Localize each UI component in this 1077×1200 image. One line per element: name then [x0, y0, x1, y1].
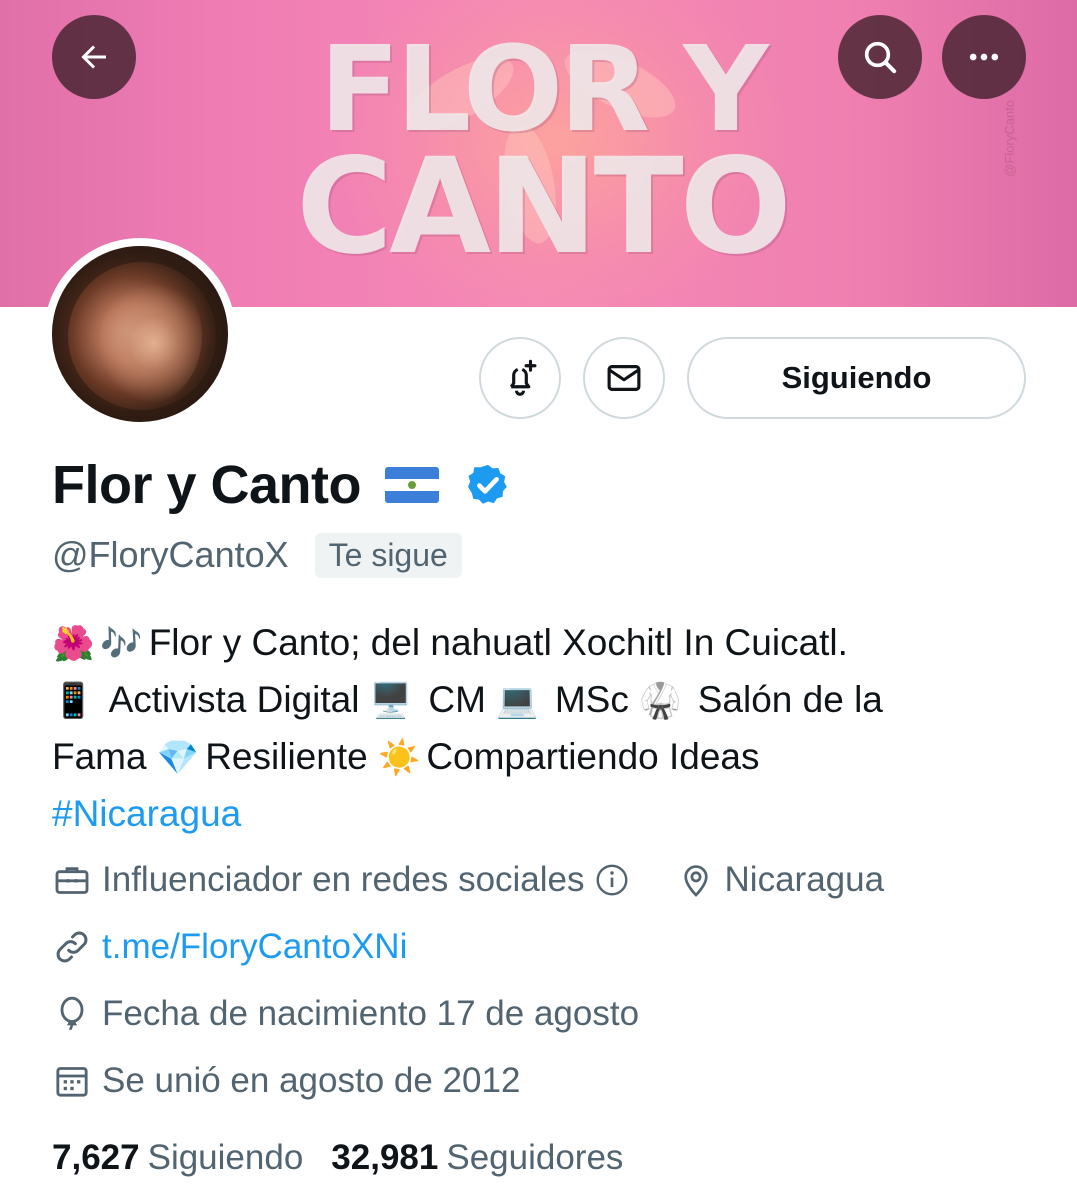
message-button[interactable] — [583, 337, 665, 419]
profile-meta-row: Influenciador en redes sociales Nicaragu… — [52, 855, 884, 905]
back-button[interactable] — [52, 15, 136, 99]
bio-text: MSc — [554, 679, 629, 720]
notifications-button[interactable] — [479, 337, 561, 419]
bio-text: Activista Digital — [108, 679, 360, 720]
laptop-emoji: 💻 — [496, 682, 539, 720]
martial-arts-uniform-emoji: 🥋 — [639, 682, 682, 720]
following-button[interactable]: Siguiendo — [687, 337, 1026, 419]
following-stat[interactable]: 7,627 Siguiendo — [52, 1138, 303, 1178]
followers-count: 32,981 — [331, 1138, 439, 1177]
bio-line: 📱 Activista Digital 🖥️ CM 💻 MSc 🥋 Salón … — [52, 672, 1012, 729]
hibiscus-emoji: 🌺 — [52, 625, 95, 663]
nicaragua-flag-icon — [385, 467, 440, 503]
profile-category-label: Influenciador en redes sociales — [102, 860, 585, 899]
banner-logo-line1: FLOR Y — [319, 20, 768, 159]
banner-logo: FLOR Y CANTO — [262, 22, 822, 282]
music-notes-emoji: 🎶 — [100, 625, 143, 663]
bell-plus-icon — [509, 359, 537, 396]
profile-stats: 7,627 Siguiendo 32,981 Seguidores — [52, 1133, 623, 1183]
display-name: Flor y Canto — [52, 455, 362, 515]
handle-row: @FloryCantoX Te sigue — [52, 530, 462, 580]
bio-text: CM — [428, 679, 486, 720]
verified-badge-icon[interactable] — [465, 462, 511, 508]
calendar-icon — [56, 1067, 88, 1097]
bio-line: #Nicaragua — [52, 786, 1012, 842]
follows-you-badge: Te sigue — [314, 532, 462, 578]
phone-emoji: 📱 — [52, 682, 95, 720]
following-label: Siguiendo — [147, 1138, 304, 1177]
profile-birthday-row: Fecha de nacimiento 17 de agosto — [52, 989, 639, 1039]
bio-line: 🌺 🎶 Flor y Canto; del nahuatl Xochitl In C… — [52, 615, 1012, 672]
sun-emoji: ☀️ — [377, 739, 421, 777]
banner-logo-line2: CANTO — [296, 130, 792, 285]
profile-joined: Se unió en agosto de 2012 — [52, 1061, 520, 1101]
bio-text: Flor y Canto; del nahuatl Xochitl In Cui… — [148, 622, 848, 663]
profile-joined-row: Se unió en agosto de 2012 — [52, 1056, 520, 1106]
search-icon — [864, 41, 897, 74]
profile-birthday-label: Fecha de nacimiento 17 de agosto — [102, 994, 640, 1033]
profile-location: Nicaragua — [677, 860, 885, 900]
profile-website-link[interactable]: t.me/FloryCantoXNi — [102, 927, 407, 967]
desktop-emoji: 🖥️ — [369, 682, 413, 720]
banner-watermark: @FloryCanto — [1002, 100, 1017, 177]
avatar[interactable] — [44, 238, 236, 430]
envelope-icon — [607, 365, 641, 391]
profile-location-label: Nicaragua — [724, 860, 885, 899]
gem-emoji: 💎 — [156, 739, 200, 777]
bio-line: Fama 💎 Resiliente ☀️ Compartiendo Ideas — [52, 729, 1012, 786]
profile-bio: 🌺 🎶 Flor y Canto; del nahuatl Xochitl In C… — [52, 615, 1012, 842]
followers-label: Seguidores — [446, 1138, 624, 1177]
avatar-photo — [52, 246, 228, 422]
profile-name-row: Flor y Canto — [52, 452, 511, 518]
profile-website: t.me/FloryCantoXNi — [52, 927, 407, 967]
bio-text: Resiliente — [205, 736, 368, 777]
info-icon[interactable] — [593, 861, 631, 899]
more-horizontal-icon — [969, 53, 999, 61]
profile-birthday: Fecha de nacimiento 17 de agosto — [52, 994, 639, 1034]
bio-text: Fama — [52, 736, 147, 777]
profile-joined-label: Se unió en agosto de 2012 — [102, 1061, 521, 1100]
following-count: 7,627 — [52, 1138, 140, 1177]
bio-text: Compartiendo Ideas — [426, 736, 760, 777]
more-button[interactable] — [942, 15, 1026, 99]
hashtag-link[interactable]: #Nicaragua — [52, 793, 241, 834]
bio-text: Salón de la — [697, 679, 883, 720]
profile-handle: @FloryCantoX — [52, 534, 289, 575]
arrow-left-icon — [81, 45, 106, 69]
link-icon — [56, 931, 88, 963]
profile-website-row: t.me/FloryCantoXNi — [52, 922, 407, 972]
profile-category: Influenciador en redes sociales — [52, 860, 641, 900]
search-button[interactable] — [838, 15, 922, 99]
briefcase-icon — [55, 867, 89, 894]
location-pin-icon — [683, 865, 708, 897]
followers-stat[interactable]: 32,981 Seguidores — [331, 1138, 623, 1178]
balloon-icon — [60, 996, 84, 1030]
